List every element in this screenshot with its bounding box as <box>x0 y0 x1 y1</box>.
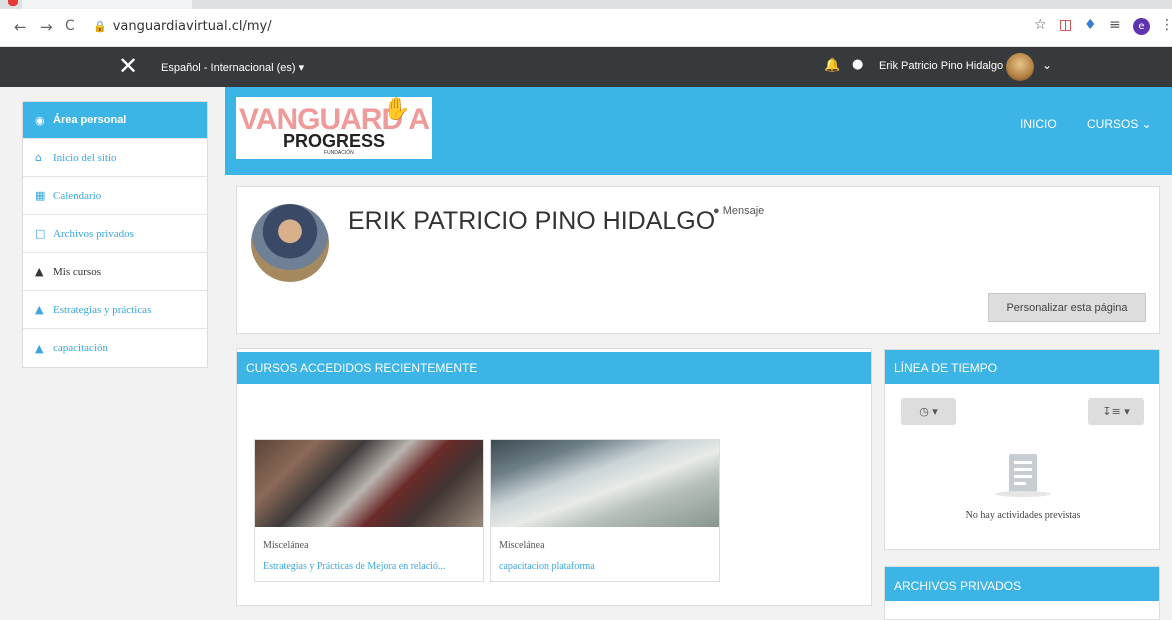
chat-icon[interactable]: ● <box>852 57 863 72</box>
profile-photo <box>251 204 329 282</box>
tab-favicon <box>8 0 18 6</box>
logo-line3: FUNDACIÓN <box>324 150 354 156</box>
url-text: vanguardiavirtual.cl/my/ <box>112 19 272 34</box>
calendar-icon: ▦ <box>35 189 46 202</box>
course-card[interactable]: Miscelánea Estrategias y Prácticas de Me… <box>254 439 484 582</box>
forward-icon[interactable]: → <box>40 18 53 36</box>
timeline-sort-button[interactable]: ↧≡ ▾ <box>1088 398 1144 425</box>
message-label: Mensaje <box>722 205 765 217</box>
user-menu-name[interactable]: Erik Patricio Pino Hidalgo <box>879 60 1003 72</box>
extension-icon[interactable]: ♦ <box>1084 17 1097 33</box>
lock-icon: 🔒 <box>93 20 107 33</box>
sidebar-item-label: Área personal <box>53 114 127 126</box>
course-category: Miscelánea <box>263 540 309 551</box>
hand-logo-icon: ✋ <box>383 97 411 122</box>
sidebar-item-label: Calendario <box>53 189 102 202</box>
nav-cursos[interactable]: CURSOS ⌄ <box>1087 117 1152 131</box>
nav-drawer: ◉ Área personal ⌂ Inicio del sitio ▦ Calend… <box>22 101 208 368</box>
course-card[interactable]: Miscelánea capacitacion plataforma <box>490 439 720 582</box>
url-field[interactable]: 🔒 vanguardiavirtual.cl/my/ <box>93 19 272 34</box>
sidebar-item-label: Inicio del sitio <box>53 151 117 164</box>
sidebar-item-inicio-sitio[interactable]: ⌂ Inicio del sitio <box>23 139 207 177</box>
block-title: ARCHIVOS PRIVADOS <box>885 567 1159 601</box>
sidebar-item-label: Mis cursos <box>53 265 101 278</box>
speech-bubble-icon: ● <box>713 205 723 217</box>
page-title: ERIK PATRICIO PINO HIDALGO <box>348 207 716 235</box>
dashboard-icon: ◉ <box>35 113 45 127</box>
graduation-cap-icon: ▲ <box>35 341 44 355</box>
sidebar-item-archivos-privados[interactable]: □ Archivos privados <box>23 215 207 253</box>
course-category: Miscelánea <box>499 540 545 551</box>
shield-extension-icon[interactable]: ◫ <box>1059 17 1072 33</box>
sidebar-item-label: Archivos privados <box>53 227 134 240</box>
browser-tab[interactable] <box>22 0 192 9</box>
star-icon[interactable]: ☆ <box>1034 17 1047 33</box>
sidebar-item-capacitacion[interactable]: ▲ capacitación <box>23 329 207 367</box>
moodle-navbar: ✕ Español - Internacional (es) ▾ 🔔 ● Eri… <box>0 47 1172 87</box>
course-title-link[interactable]: capacitacion plataforma <box>499 561 595 572</box>
private-files-block: ARCHIVOS PRIVADOS <box>884 566 1160 620</box>
menu-kebab-icon[interactable]: ⋮ <box>1160 17 1172 33</box>
address-bar: ← → C 🔒 vanguardiavirtual.cl/my/ ☆ ◫ ♦ ≡ … <box>0 9 1172 47</box>
block-title: CURSOS ACCEDIDOS RECIENTEMENTE <box>237 352 871 384</box>
sidebar-item-label: Estrategias y prácticas <box>53 303 152 316</box>
empty-icon-shadow <box>995 491 1051 497</box>
home-icon: ⌂ <box>35 151 42 164</box>
course-title-link[interactable]: Estrategias y Prácticas de Mejora en rel… <box>263 561 445 572</box>
reading-list-icon[interactable]: ≡ <box>1109 17 1121 33</box>
back-icon[interactable]: ← <box>14 18 27 36</box>
language-menu[interactable]: Español - Internacional (es) ▾ <box>161 61 304 74</box>
timeline-filter-button[interactable]: ◷ ▾ <box>901 398 956 425</box>
bell-icon[interactable]: 🔔 <box>824 58 840 73</box>
course-image <box>491 440 719 527</box>
user-avatar[interactable] <box>1006 53 1034 81</box>
recent-courses-block: CURSOS ACCEDIDOS RECIENTEMENTE Misceláne… <box>236 348 872 606</box>
browser-tab-strip <box>0 0 1172 9</box>
close-drawer-icon[interactable]: ✕ <box>118 52 138 80</box>
profile-header: ERIK PATRICIO PINO HIDALGO ● Mensaje Per… <box>236 186 1160 334</box>
site-logo[interactable]: VANGUARD A ✋ PROGRESS FUNDACIÓN <box>236 97 432 159</box>
graduation-cap-icon: ▲ <box>35 265 44 278</box>
file-icon: □ <box>35 227 46 240</box>
block-title: LÍNEA DE TIEMPO <box>885 350 1159 384</box>
sidebar-item-calendario[interactable]: ▦ Calendario <box>23 177 207 215</box>
chevron-down-icon[interactable]: ⌄ <box>1042 58 1052 72</box>
graduation-cap-icon: ▲ <box>35 303 44 316</box>
empty-list-icon <box>1009 454 1037 492</box>
nav-inicio[interactable]: INICIO <box>1020 117 1057 131</box>
message-link[interactable]: ● Mensaje <box>713 205 764 217</box>
sidebar-item-estrategias[interactable]: ▲ Estrategias y prácticas <box>23 291 207 329</box>
timeline-block: LÍNEA DE TIEMPO ◷ ▾ ↧≡ ▾ No hay activida… <box>884 349 1160 550</box>
sidebar-item-area-personal[interactable]: ◉ Área personal <box>23 102 207 139</box>
sidebar-item-label: capacitación <box>53 342 108 354</box>
profile-icon[interactable]: e <box>1133 18 1150 35</box>
reload-icon[interactable]: C <box>65 18 75 34</box>
sidebar-item-mis-cursos[interactable]: ▲ Mis cursos <box>23 253 207 291</box>
customize-page-button[interactable]: Personalizar esta página <box>988 293 1146 322</box>
logo-line2: PROGRESS <box>283 131 386 151</box>
course-image <box>255 440 483 527</box>
empty-state-text: No hay actividades previstas <box>965 510 1081 521</box>
